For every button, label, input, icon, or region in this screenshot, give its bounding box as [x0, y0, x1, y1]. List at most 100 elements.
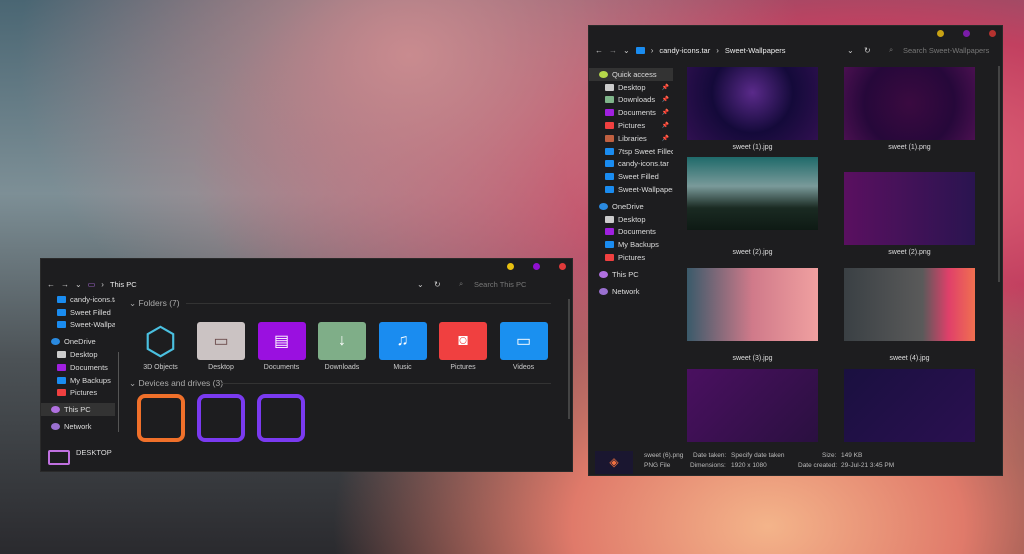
breadcrumb-item[interactable]: Sweet-Wallpapers	[725, 46, 786, 55]
nav-item[interactable]: Documents	[589, 226, 673, 239]
pictures-folder-icon	[57, 389, 66, 397]
nav-item[interactable]: Desktop 📌	[589, 81, 673, 94]
nav-item[interactable]: This PC	[41, 403, 115, 417]
nav-item[interactable]: My Backups	[41, 374, 115, 387]
file-name[interactable]: sweet (2).png	[844, 249, 975, 256]
history-dropdown-icon[interactable]: ⌄	[847, 46, 854, 55]
nav-item-label: Pictures	[70, 388, 98, 398]
file-name[interactable]: sweet (1).jpg	[687, 144, 818, 151]
folder-label: 3D Objects	[143, 364, 178, 371]
nav-item-label: 7tsp Sweet Filled	[618, 146, 673, 156]
folder-label: Pictures	[450, 364, 476, 371]
disc-drive-icon[interactable]	[257, 394, 305, 442]
minimize-button[interactable]	[507, 263, 514, 270]
search-input[interactable]: Search Sweet-Wallpapers	[903, 46, 989, 55]
file-name[interactable]: sweet (4).jpg	[844, 355, 975, 362]
nav-item[interactable]: Downloads 📌	[589, 94, 673, 107]
close-button[interactable]	[559, 263, 566, 270]
date-taken-label: Date taken:	[693, 452, 727, 459]
file-name[interactable]: sweet (2).jpg	[687, 249, 818, 256]
refresh-icon[interactable]: ↻	[864, 46, 871, 55]
nav-item[interactable]: Documents 📌	[589, 106, 673, 119]
chevron-down-icon[interactable]: ⌄	[75, 280, 82, 289]
documents-folder-icon	[57, 363, 66, 371]
file-thumbnail[interactable]	[687, 67, 818, 140]
hard-drive-icon[interactable]	[137, 394, 185, 442]
folder-item[interactable]: ▭ Desktop	[197, 322, 246, 371]
camera-icon: ◙	[439, 322, 487, 360]
search-input[interactable]: Search This PC	[474, 280, 526, 289]
nav-item[interactable]: candy-icons.tar	[41, 293, 115, 306]
nav-item[interactable]: Desktop	[589, 213, 673, 226]
file-thumbnail[interactable]	[687, 369, 818, 442]
maximize-button[interactable]	[533, 263, 540, 270]
nav-item[interactable]: candy-icons.tar	[589, 158, 673, 171]
nav-item-label: Sweet-Wallpapers	[618, 185, 673, 195]
nav-item[interactable]: Quick access	[589, 68, 673, 81]
scrollbar[interactable]	[568, 299, 570, 419]
file-thumbnail[interactable]	[844, 172, 975, 245]
file-thumbnail[interactable]	[687, 268, 818, 341]
history-dropdown-icon[interactable]: ⌄	[417, 280, 424, 289]
chevron-down-icon[interactable]: ⌄	[623, 46, 630, 55]
folder-icon	[605, 147, 614, 155]
nav-item[interactable]: 7tsp Sweet Filled	[589, 145, 673, 158]
nav-scrollbar[interactable]	[118, 352, 119, 432]
refresh-icon[interactable]: ↻	[434, 280, 441, 289]
back-icon[interactable]: ←	[47, 280, 55, 289]
folder-item[interactable]: ▤ Documents	[257, 322, 306, 371]
folder-icon	[635, 46, 645, 54]
forward-icon[interactable]: →	[609, 46, 617, 55]
pictures-folder-icon	[605, 254, 614, 262]
file-thumbnail[interactable]	[844, 268, 975, 341]
minimize-button[interactable]	[937, 30, 944, 37]
nav-item[interactable]: Sweet-Wallpap	[41, 319, 115, 332]
close-button[interactable]	[989, 30, 996, 37]
nav-item[interactable]: Network	[589, 285, 673, 298]
nav-item[interactable]: This PC	[589, 268, 673, 281]
window-controls	[507, 263, 566, 270]
folder-item[interactable]: ♫ Music	[378, 322, 427, 371]
breadcrumb-item[interactable]: This PC	[110, 280, 137, 289]
nav-item[interactable]: Network	[41, 420, 115, 433]
nav-item[interactable]: Pictures	[41, 387, 115, 400]
search-icon: ⌕	[889, 45, 894, 54]
forward-icon[interactable]: →	[61, 280, 69, 289]
nav-item[interactable]: Pictures 📌	[589, 119, 673, 132]
file-thumbnail[interactable]	[844, 67, 975, 140]
nav-item[interactable]: My Backups	[589, 238, 673, 251]
nav-item[interactable]: Sweet Filled	[589, 170, 673, 183]
scrollbar[interactable]	[998, 66, 1000, 282]
monitor-icon: ▭	[197, 322, 245, 360]
folder-item[interactable]: ◙ Pictures	[439, 322, 488, 371]
file-name[interactable]: sweet (1).png	[844, 144, 975, 151]
nav-item[interactable]: OneDrive	[41, 335, 115, 348]
nav-item-label: Documents	[618, 227, 656, 237]
file-thumbnail[interactable]	[844, 369, 975, 442]
back-icon[interactable]: ←	[595, 46, 603, 55]
folder-item[interactable]: ↓ Downloads	[318, 322, 367, 371]
breadcrumb-item[interactable]: candy-icons.tar	[659, 46, 710, 55]
file-name[interactable]: sweet (3).jpg	[687, 355, 818, 362]
date-taken-value[interactable]: Specify date taken	[731, 452, 784, 459]
size-value: 149 KB	[841, 452, 863, 459]
nav-item[interactable]: Sweet-Wallpapers	[589, 183, 673, 196]
folders-group-header[interactable]: ⌄ Folders (7)	[129, 298, 180, 309]
nav-item[interactable]: Desktop	[41, 348, 115, 361]
search-icon: ⌕	[459, 279, 464, 288]
nav-item[interactable]: Pictures	[589, 251, 673, 264]
nav-item-label: Documents	[618, 108, 656, 118]
documents-folder-icon	[605, 109, 614, 117]
selected-file-type: PNG File	[644, 462, 671, 469]
disc-drive-icon[interactable]	[197, 394, 245, 442]
drives-group-header[interactable]: ⌄ Devices and drives (3)	[129, 378, 223, 389]
folder-item[interactable]: ▭ Videos	[499, 322, 548, 371]
nav-item[interactable]: Sweet Filled	[41, 306, 115, 319]
file-thumbnail[interactable]	[687, 157, 818, 230]
status-computer-name: DESKTOP	[76, 448, 112, 457]
nav-item[interactable]: Documents	[41, 361, 115, 374]
nav-item[interactable]: OneDrive	[589, 200, 673, 213]
nav-item[interactable]: Libraries 📌	[589, 132, 673, 145]
folder-item[interactable]: ⬡ 3D Objects	[136, 321, 185, 372]
maximize-button[interactable]	[963, 30, 970, 37]
